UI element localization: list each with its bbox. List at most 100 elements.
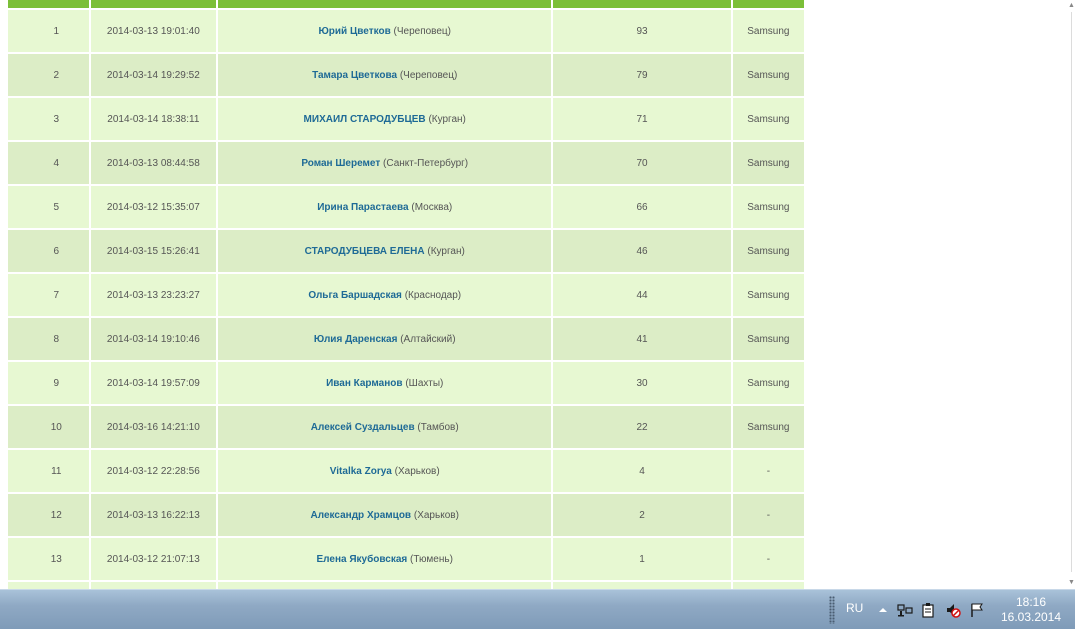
cell-prize: Samsung xyxy=(732,10,804,54)
cell-player: СТАРОДУБЦЕВА ЕЛЕНА (Курган) xyxy=(218,230,552,274)
cell-prize: Samsung xyxy=(732,186,804,230)
clipboard-icon[interactable] xyxy=(920,602,936,618)
cell-rank: 13 xyxy=(8,538,89,582)
player-name-link[interactable]: Тамара Цветкова xyxy=(312,70,397,81)
action-center-flag-icon[interactable] xyxy=(969,602,985,618)
table-row: 7 2014-03-13 23:23:27 Ольга Баршадская (Кр… xyxy=(8,274,804,318)
cell-rank: 3 xyxy=(8,98,89,142)
results-table-container: 1 2014-03-13 19:01:40 Юрий Цветков (Черепо… xyxy=(8,0,808,589)
player-name-link[interactable]: Vitalka Zorya xyxy=(330,466,392,477)
windows-taskbar: RU 18:16 16.03.2014 xyxy=(0,589,1075,629)
cell-rank: 2 xyxy=(8,54,89,98)
cell-rank: 12 xyxy=(8,494,89,538)
table-row: 5 2014-03-12 15:35:07 Ирина Парастаева (Мо… xyxy=(8,186,804,230)
cell-date: 2014-03-14 19:10:46 xyxy=(90,318,217,362)
cell-empty xyxy=(553,582,731,589)
cell-score: 71 xyxy=(553,98,731,142)
player-name-link[interactable]: СТАРОДУБЦЕВА ЕЛЕНА xyxy=(305,246,425,257)
table-header-row xyxy=(8,0,804,10)
table-row: 1 2014-03-13 19:01:40 Юрий Цветков (Черепо… xyxy=(8,10,804,54)
player-city: (Череповец) xyxy=(393,25,451,37)
cell-score: 93 xyxy=(553,10,731,54)
cell-date: 2014-03-12 15:35:07 xyxy=(90,186,217,230)
cell-prize: - xyxy=(732,450,804,494)
player-name-link[interactable]: Юрий Цветков xyxy=(318,26,390,37)
cell-rank: 11 xyxy=(8,450,89,494)
cell-score: 44 xyxy=(553,274,731,318)
player-name-link[interactable]: Ирина Парастаева xyxy=(317,202,408,213)
player-name-link[interactable]: Ольга Баршадская xyxy=(308,290,402,301)
cell-player: Елена Якубовская (Тюмень) xyxy=(218,538,552,582)
player-city: (Череповец) xyxy=(399,69,458,81)
player-city: (Тамбов) xyxy=(417,421,459,433)
cell-score: 70 xyxy=(553,142,731,186)
player-name-link[interactable]: Алексей Суздальцев xyxy=(311,422,415,433)
language-indicator[interactable]: RU xyxy=(846,601,863,615)
cell-player: Алексей Суздальцев (Тамбов) xyxy=(218,406,552,450)
scroll-track[interactable] xyxy=(1071,12,1072,572)
cell-prize: Samsung xyxy=(732,362,804,406)
scroll-down-arrow-icon[interactable]: ▼ xyxy=(1068,579,1075,587)
table-row: 2 2014-03-14 19:29:52 Тамара Цветкова (Чер… xyxy=(8,54,804,98)
player-city: (Курган) xyxy=(428,113,466,125)
left-gutter xyxy=(0,0,8,589)
header-cell-date xyxy=(90,0,217,10)
cell-player: Vitalka Zorya (Харьков) xyxy=(218,450,552,494)
player-city: (Харьков) xyxy=(394,465,440,477)
cell-prize: Samsung xyxy=(732,406,804,450)
cell-date: 2014-03-14 18:38:11 xyxy=(90,98,217,142)
show-hidden-icons-arrow-icon[interactable] xyxy=(875,602,891,618)
system-clock[interactable]: 18:16 16.03.2014 xyxy=(998,595,1064,625)
volume-muted-icon[interactable] xyxy=(945,602,961,618)
cell-score: 79 xyxy=(553,54,731,98)
cell-rank: 10 xyxy=(8,406,89,450)
table-row: 8 2014-03-14 19:10:46 Юлия Даренская (Алта… xyxy=(8,318,804,362)
cell-date: 2014-03-12 22:28:56 xyxy=(90,450,217,494)
header-cell-score xyxy=(553,0,731,10)
cell-rank: 5 xyxy=(8,186,89,230)
cell-player: Ольга Баршадская (Краснодар) xyxy=(218,274,552,318)
player-name-link[interactable]: Иван Карманов xyxy=(326,378,402,389)
cell-score: 41 xyxy=(553,318,731,362)
table-row: 13 2014-03-12 21:07:13 Елена Якубовская (Т… xyxy=(8,538,804,582)
table-row: 6 2014-03-15 15:26:41 СТАРОДУБЦЕВА ЕЛЕНА (… xyxy=(8,230,804,274)
table-row: 10 2014-03-16 14:21:10 Алексей Суздальцев … xyxy=(8,406,804,450)
clock-time: 18:16 xyxy=(1015,595,1047,609)
player-name-link[interactable]: Александр Храмцов xyxy=(311,510,412,521)
cell-date: 2014-03-13 19:01:40 xyxy=(90,10,217,54)
cell-score: 66 xyxy=(553,186,731,230)
cell-player: Роман Шеремет (Санкт-Петербург) xyxy=(218,142,552,186)
player-name-link[interactable]: Юлия Даренская xyxy=(314,334,398,345)
cell-player: Тамара Цветкова (Череповец) xyxy=(218,54,552,98)
cell-rank: 6 xyxy=(8,230,89,274)
cell-date: 2014-03-13 16:22:13 xyxy=(90,494,217,538)
cell-score: 4 xyxy=(553,450,731,494)
cell-prize: Samsung xyxy=(732,54,804,98)
player-city: (Санкт-Петербург) xyxy=(383,157,469,169)
cell-prize: - xyxy=(732,494,804,538)
cell-prize: Samsung xyxy=(732,142,804,186)
cell-empty xyxy=(8,582,89,589)
header-cell-num xyxy=(8,0,89,10)
cell-date: 2014-03-12 21:07:13 xyxy=(90,538,217,582)
player-name-link[interactable]: Роман Шеремет xyxy=(301,158,380,169)
cell-player: МИХАИЛ СТАРОДУБЦЕВ (Курган) xyxy=(218,98,552,142)
cell-player: Ирина Парастаева (Москва) xyxy=(218,186,552,230)
cell-prize: Samsung xyxy=(732,230,804,274)
vertical-scrollbar[interactable]: ▲ ▼ xyxy=(1067,0,1075,589)
cell-date: 2014-03-13 08:44:58 xyxy=(90,142,217,186)
network-icon[interactable] xyxy=(897,602,913,618)
player-name-link[interactable]: МИХАИЛ СТАРОДУБЦЕВ xyxy=(304,114,426,125)
taskbar-grip[interactable] xyxy=(829,596,835,624)
cell-rank: 8 xyxy=(8,318,89,362)
cell-prize: - xyxy=(732,538,804,582)
player-name-link[interactable]: Елена Якубовская xyxy=(317,554,408,565)
table-row: 11 2014-03-12 22:28:56 Vitalka Zorya (Харь… xyxy=(8,450,804,494)
cell-player: Юрий Цветков (Череповец) xyxy=(218,10,552,54)
cell-score: 46 xyxy=(553,230,731,274)
cell-score: 2 xyxy=(553,494,731,538)
results-table: 1 2014-03-13 19:01:40 Юрий Цветков (Черепо… xyxy=(8,0,806,589)
cell-rank: 1 xyxy=(8,10,89,54)
scroll-up-arrow-icon[interactable]: ▲ xyxy=(1068,2,1075,10)
cell-player: Юлия Даренская (Алтайский) xyxy=(218,318,552,362)
